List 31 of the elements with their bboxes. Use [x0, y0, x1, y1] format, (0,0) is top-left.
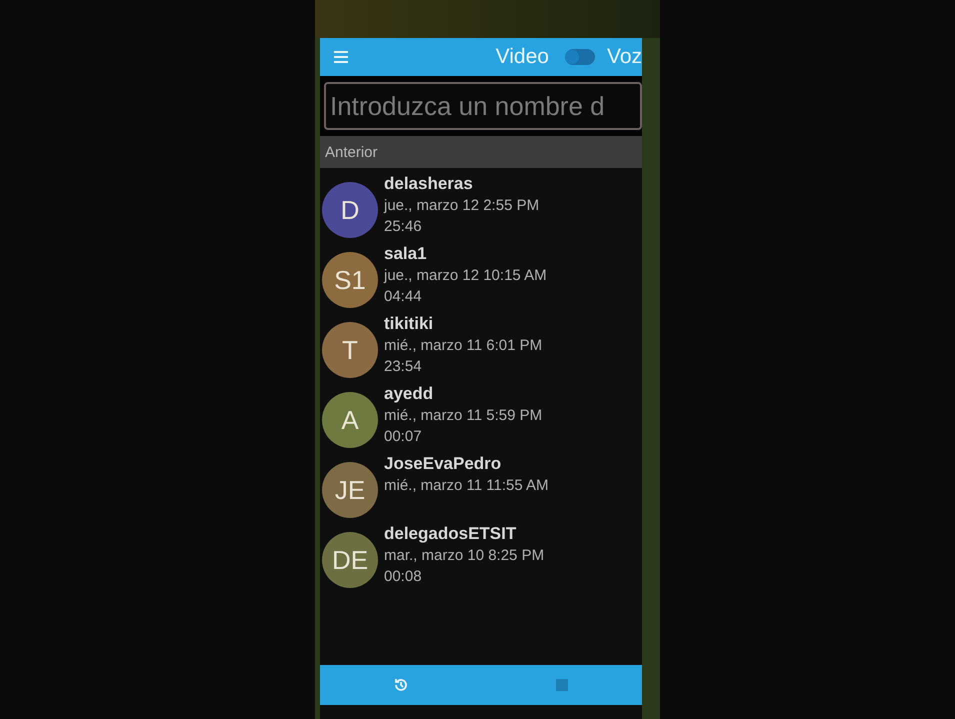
- call-date: mié., marzo 11 11:55 AM: [384, 476, 549, 496]
- avatar: DE: [322, 532, 378, 588]
- call-duration: 04:44: [384, 287, 423, 307]
- call-date: jue., marzo 12 10:15 AM: [384, 266, 547, 286]
- square-icon: [554, 677, 570, 693]
- contact-name: delasheras: [384, 173, 474, 195]
- avatar: JE: [322, 462, 378, 518]
- call-date: jue., marzo 12 2:55 PM: [384, 196, 540, 216]
- call-date: mar., marzo 10 8:25 PM: [384, 546, 544, 566]
- call-date: mié., marzo 11 6:01 PM: [384, 336, 542, 356]
- call-duration: 23:54: [384, 357, 423, 377]
- mode-switch[interactable]: [564, 49, 595, 65]
- section-header: Anterior: [320, 136, 642, 168]
- avatar: D: [322, 182, 378, 238]
- avatar: A: [322, 392, 378, 448]
- app-title: Video: [496, 45, 549, 69]
- avatar: S1: [322, 252, 378, 308]
- contact-name: JoseEvaPedro: [384, 453, 502, 475]
- history-icon: [392, 677, 408, 693]
- menu-icon[interactable]: [334, 51, 348, 63]
- call-duration: 25:46: [384, 217, 423, 237]
- contact-name: ayedd: [384, 383, 434, 405]
- call-duration: 00:08: [384, 567, 423, 587]
- contact-name: sala1: [384, 243, 428, 265]
- call-duration: 00:07: [384, 427, 423, 447]
- search-field[interactable]: Introduzca un nombre d: [324, 82, 642, 130]
- contact-name: delegadosETSIT: [384, 523, 518, 545]
- mode-label: Voz: [606, 45, 642, 69]
- avatar: T: [322, 322, 378, 378]
- call-date: mié., marzo 11 5:59 PM: [384, 406, 542, 426]
- contact-name: tikitiki: [384, 313, 434, 335]
